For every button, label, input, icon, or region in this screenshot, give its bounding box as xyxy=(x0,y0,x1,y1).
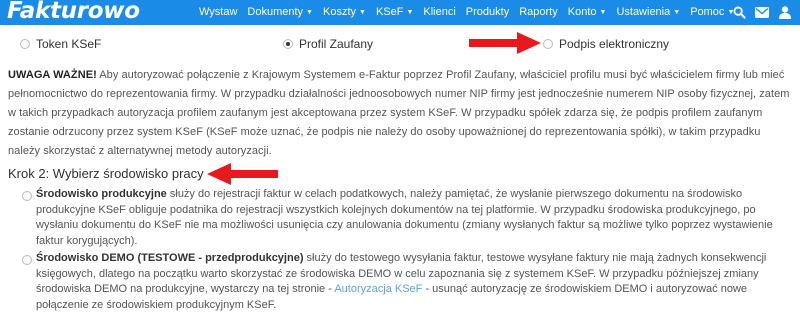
nav-item-label: Pomoc xyxy=(690,6,725,18)
radio-label: Profil Zaufany xyxy=(299,37,374,51)
env-option-production[interactable]: Środowisko produkcyjne służy do rejestra… xyxy=(22,187,794,249)
nav-item-konto[interactable]: Konto ▼ xyxy=(563,0,612,25)
nav-item-label: KSeF xyxy=(375,6,404,18)
nav-item-label: Ustawienia xyxy=(616,6,671,18)
red-arrow-right-icon xyxy=(469,32,541,54)
radio-label: Token KSeF xyxy=(36,37,102,51)
radio-token-ksef[interactable]: Token KSeF xyxy=(20,36,101,52)
caret-down-icon: ▼ xyxy=(359,9,366,16)
nav-item-produkty[interactable]: Produkty xyxy=(461,0,514,25)
app-logo[interactable]: Fakturowo xyxy=(7,0,140,25)
nav-item-label: Koszty xyxy=(322,6,356,18)
nav-item-raporty[interactable]: Raporty xyxy=(514,0,563,25)
auth-warning-paragraph: UWAGA WAŻNE! Aby autoryzować połączenie … xyxy=(8,66,792,161)
env-option-demo[interactable]: Środowisko DEMO (TESTOWE - przedprodukcy… xyxy=(22,251,794,313)
warning-text: Aby autoryzować połączenie z Krajowym Sy… xyxy=(8,69,790,157)
main-nav: Wystaw Dokumenty ▼ Koszty ▼ KSeF ▼ Klienci Produ… xyxy=(194,0,739,25)
radio-button[interactable] xyxy=(543,39,553,49)
nav-item-ksef[interactable]: KSeF ▼ xyxy=(371,0,418,25)
nav-item-ustawienia[interactable]: Ustawienia ▼ xyxy=(611,0,685,25)
nav-item-label: Produkty xyxy=(465,6,510,18)
radio-button[interactable] xyxy=(22,191,32,201)
red-arrow-left-icon xyxy=(207,163,278,185)
autoryzacja-ksef-link[interactable]: Autoryzacja KSeF xyxy=(334,283,422,295)
radio-podpis-elektroniczny[interactable]: Podpis elektroniczny xyxy=(543,36,669,52)
nav-item-dokumenty[interactable]: Dokumenty ▼ xyxy=(242,0,318,25)
nav-item-label: Klienci xyxy=(423,6,456,18)
env-description: Środowisko DEMO (TESTOWE - przedprodukcy… xyxy=(36,251,794,313)
radio-button[interactable] xyxy=(20,39,30,49)
nav-item-label: Raporty xyxy=(519,6,558,18)
caret-down-icon: ▼ xyxy=(673,9,681,16)
radio-button[interactable] xyxy=(283,39,293,49)
nav-item-koszty[interactable]: Koszty ▼ xyxy=(318,0,371,25)
radio-button[interactable] xyxy=(22,255,32,265)
nav-item-label: Wystaw xyxy=(199,6,238,18)
nav-item-klienci[interactable]: Klienci xyxy=(418,0,460,25)
user-icon[interactable] xyxy=(778,6,792,20)
nav-item-label: Dokumenty xyxy=(247,6,304,18)
top-navbar: Fakturowo Wystaw Dokumenty ▼ Koszty ▼ KSeF ▼ Kl… xyxy=(0,0,800,25)
env-description: Środowisko produkcyjne służy do rejestra… xyxy=(36,187,794,249)
step2-heading: Krok 2: Wybierz środowisko pracy xyxy=(8,166,204,181)
radio-profil-zaufany[interactable]: Profil Zaufany xyxy=(283,36,373,52)
env-name: Środowisko DEMO (TESTOWE - przedprodukcy… xyxy=(36,252,304,264)
radio-label: Podpis elektroniczny xyxy=(559,37,670,51)
caret-down-icon: ▼ xyxy=(406,9,414,16)
nav-item-label: Konto xyxy=(567,6,597,18)
search-icon[interactable] xyxy=(732,6,746,20)
warning-title: UWAGA WAŻNE! xyxy=(8,69,97,81)
header-icons xyxy=(732,0,792,25)
nav-item-wystaw[interactable]: Wystaw xyxy=(194,0,242,25)
envelope-icon[interactable] xyxy=(755,6,769,20)
caret-down-icon: ▼ xyxy=(599,9,607,16)
caret-down-icon: ▼ xyxy=(306,9,313,16)
env-name: Środowisko produkcyjne xyxy=(36,188,167,200)
auth-method-group: Token KSeF Profil Zaufany Podpis elektro… xyxy=(0,36,800,54)
